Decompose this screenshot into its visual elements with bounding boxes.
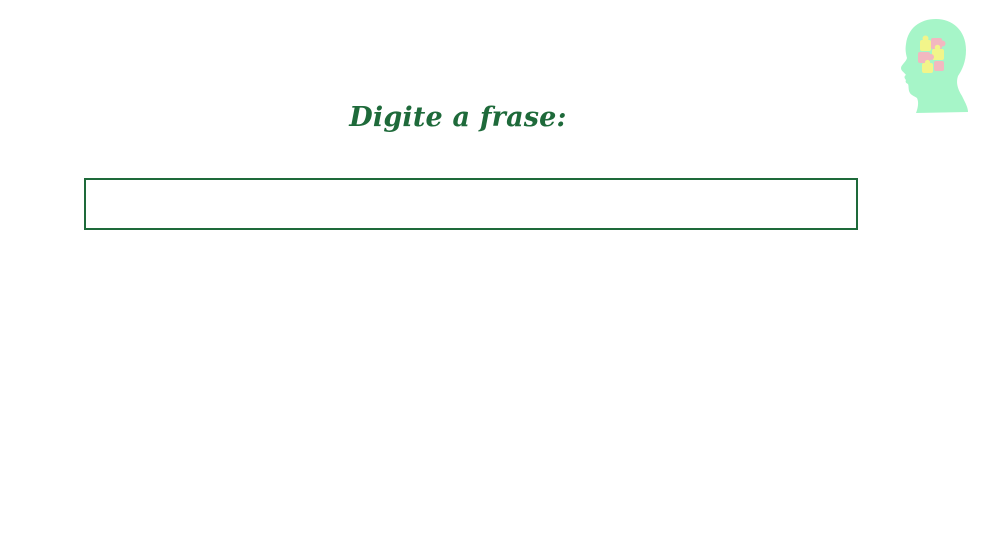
head-puzzle-icon bbox=[896, 16, 972, 116]
phrase-input[interactable] bbox=[84, 178, 858, 230]
prompt-label: Digite a frase: bbox=[349, 102, 567, 133]
